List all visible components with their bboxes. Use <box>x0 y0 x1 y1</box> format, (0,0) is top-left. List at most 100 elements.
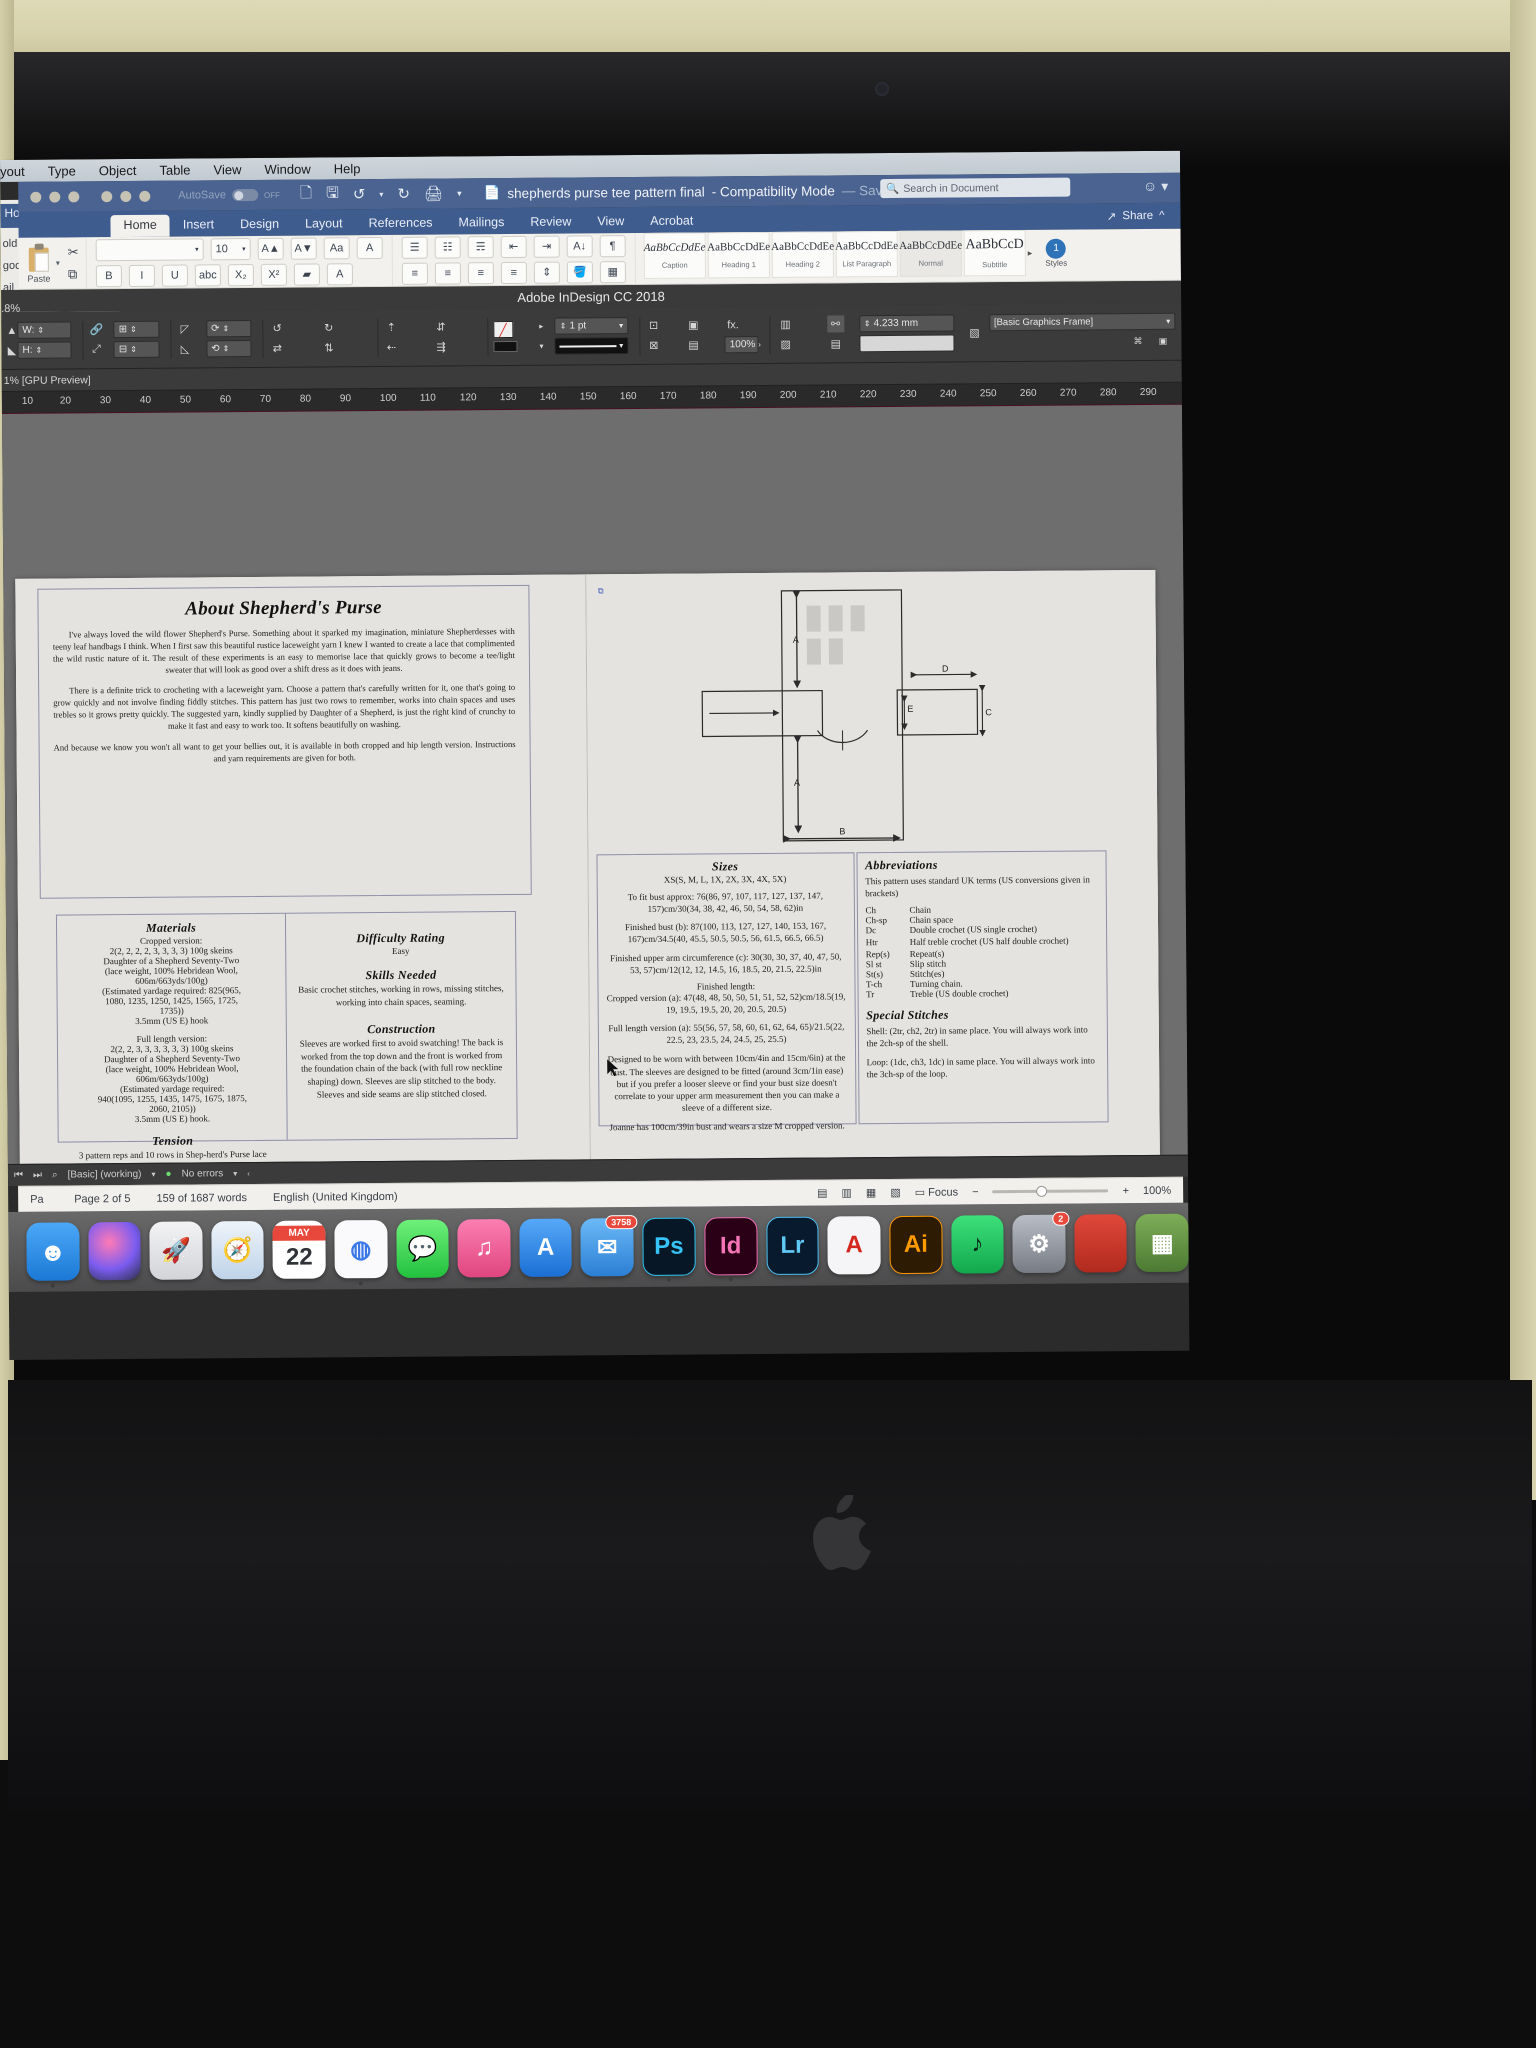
superscript-button[interactable]: X² <box>260 263 287 286</box>
corner-link-icon[interactable]: ⚯ <box>827 315 845 333</box>
tab-references[interactable]: References <box>355 213 445 236</box>
corner-color-field[interactable] <box>858 334 955 353</box>
distribute-icon[interactable]: ⇵ <box>432 318 449 335</box>
lock-proportions-icon[interactable]: 🔗 <box>88 321 105 338</box>
corner-options-toggle-icon[interactable]: ▧ <box>966 324 983 341</box>
paste-dropdown-icon[interactable]: ▾ <box>56 259 60 268</box>
indesign-canvas[interactable]: About Shepherd's Purse I've always loved… <box>1 404 1188 1164</box>
dock-icon-photoshop[interactable]: Ps <box>642 1217 696 1282</box>
quick-apply-icon[interactable]: ⌘ <box>1129 333 1146 350</box>
strikethrough-button[interactable]: abc <box>194 263 221 286</box>
dock-icon-mail[interactable]: ✉ 3758 <box>580 1215 638 1277</box>
dock-icon-acrobat[interactable]: A <box>827 1216 881 1275</box>
align-top-icon[interactable]: ⇡ <box>383 319 400 336</box>
corner-radius-field[interactable]: ⇕ 4.233 mm <box>858 314 955 333</box>
focus-mode-button[interactable]: ▭ Focus <box>915 1186 959 1199</box>
preflight-collapse-icon[interactable]: ‹ <box>247 1169 250 1178</box>
multilevel-list-button[interactable]: ☴ <box>467 235 494 258</box>
object-style-select[interactable]: [Basic Graphics Frame] ▾ <box>988 312 1176 332</box>
web-layout-view-icon[interactable]: ▥ <box>841 1186 852 1199</box>
align-left-button[interactable]: ≡ <box>401 262 428 285</box>
minimize-window-button-2[interactable] <box>120 190 132 202</box>
next-page-icon[interactable]: ⏭ <box>33 1170 42 1181</box>
styles-scroll-icon[interactable]: ▸ <box>1028 247 1033 258</box>
flip-horizontal-icon[interactable]: ⇄ <box>269 340 286 357</box>
dock-icon-illustrator[interactable]: Ai <box>889 1215 943 1275</box>
tab-mailings[interactable]: Mailings <box>445 212 517 235</box>
cut-icon[interactable]: ✂ <box>68 244 79 260</box>
search-input[interactable]: 🔍 Search in Document <box>880 177 1071 199</box>
zoom-in-button[interactable]: + <box>1123 1185 1130 1197</box>
style-subtitle[interactable]: AaBbCcD Subtitle <box>963 229 1026 277</box>
document-spread[interactable]: About Shepherd's Purse I've always loved… <box>15 569 1160 1164</box>
undo-icon[interactable]: ↺ <box>353 185 366 203</box>
content-select-icon[interactable]: ▤ <box>685 336 702 353</box>
shrink-font-button[interactable]: A▼ <box>290 237 317 260</box>
shading-button[interactable]: 🪣 <box>566 260 593 284</box>
rotate-angle-icon[interactable]: ◸ <box>176 320 193 337</box>
dock-icon-app-store[interactable]: A <box>519 1218 573 1277</box>
container-select-icon[interactable]: ▣ <box>685 316 702 333</box>
print-layout-view-icon[interactable]: ▤ <box>817 1187 828 1200</box>
schematic-diagram[interactable]: A A B C D E <box>596 578 1138 847</box>
menubar-item-0[interactable]: yout <box>0 163 25 178</box>
dock-icon-lightroom[interactable]: Lr <box>765 1216 820 1276</box>
font-name-select[interactable]: ▾ <box>95 237 204 261</box>
window-controls-secondary[interactable] <box>101 190 151 202</box>
word-count[interactable]: 159 of 1687 words <box>156 1192 247 1205</box>
stroke-weight-field[interactable]: ⇕ 1 pt ▾ <box>554 317 629 335</box>
stroke-style-dropdown-icon[interactable]: ▾ <box>533 338 550 355</box>
stroke-swatch-dropdown-icon[interactable]: ▸ <box>533 318 550 335</box>
master-dropdown-icon[interactable]: ▾ <box>151 1170 155 1179</box>
scale-icon[interactable]: ⤢ <box>88 341 105 358</box>
draft-view-icon[interactable]: ▧ <box>890 1186 901 1199</box>
autosave-toggle[interactable]: AutoSave OFF <box>178 188 280 202</box>
save-icon[interactable]: 🖫 <box>326 182 339 207</box>
style-heading-2[interactable]: AaBbCcDdEe Heading 2 <box>771 231 834 278</box>
dock-icon-spotify[interactable]: ♪ <box>950 1215 1005 1274</box>
close-window-button[interactable] <box>30 191 42 203</box>
outline-view-icon[interactable]: ▦ <box>866 1186 877 1199</box>
errors-dropdown-icon[interactable]: ▾ <box>233 1169 237 1178</box>
tab-acrobat[interactable]: Acrobat <box>637 210 706 233</box>
tab-view[interactable]: View <box>584 211 637 233</box>
copy-icon[interactable]: ⧉ <box>68 266 79 282</box>
minimize-window-button[interactable] <box>49 191 61 203</box>
shear-angle-icon[interactable]: ◺ <box>176 340 193 357</box>
menubar-item-6[interactable]: Help <box>334 161 361 176</box>
ribbon-collapse-icon[interactable]: ^ <box>1159 210 1165 222</box>
style-caption[interactable]: AaBbCcDdEe Caption <box>643 232 706 279</box>
text-highlight-button[interactable]: ▰ <box>293 262 320 286</box>
dock-icon-red-app[interactable] <box>1074 1214 1128 1273</box>
menubar-item-2[interactable]: Object <box>99 162 137 177</box>
grow-font-button[interactable]: A▲ <box>257 237 284 260</box>
page-right[interactable]: A A B C D E ⧉ Sizes XS(S, M, L, 1X, 2X, … <box>585 569 1160 1160</box>
close-window-button-2[interactable] <box>101 190 113 202</box>
bullet-list-button[interactable]: ☰ <box>401 236 428 259</box>
change-case-button[interactable]: Aa <box>323 236 350 259</box>
subscript-button[interactable]: X₂ <box>227 263 254 286</box>
preview-toggle-icon[interactable]: ▣ <box>1154 333 1171 350</box>
autosave-switch[interactable] <box>231 188 259 202</box>
align-center-button[interactable]: ≡ <box>434 261 461 285</box>
shear-field[interactable]: ⟲ ⇕ <box>206 340 252 358</box>
style-normal[interactable]: AaBbCcDdEe Normal <box>899 230 962 277</box>
font-size-select[interactable]: 10 ▾ <box>210 237 251 260</box>
dock-icon-minecraft[interactable]: ▦ <box>1135 1213 1189 1273</box>
menubar-item-1[interactable]: Type <box>48 163 76 178</box>
dock-icon-launchpad[interactable]: 🚀 <box>149 1221 203 1280</box>
show-formatting-marks-button[interactable]: ¶ <box>599 234 626 257</box>
window-controls[interactable] <box>30 190 80 203</box>
page-left[interactable]: About Shepherd's Purse I've always loved… <box>15 574 591 1164</box>
align-left-icon[interactable]: ⇠ <box>383 339 400 356</box>
text-wrap-icon[interactable]: ⊠ <box>645 337 662 354</box>
menubar-item-5[interactable]: Window <box>264 161 310 176</box>
effects-icon[interactable]: fx. <box>724 316 741 333</box>
tab-home[interactable]: Home <box>110 214 170 238</box>
frame-fitting-icon[interactable]: ⊡ <box>645 317 662 334</box>
page-indicator[interactable]: Page 2 of 5 <box>74 1193 130 1205</box>
numbered-list-button[interactable]: ☷ <box>434 235 461 259</box>
dock-icon-safari[interactable]: 🧭 <box>211 1220 265 1280</box>
justify-button[interactable]: ≡ <box>500 261 527 284</box>
styles-gallery[interactable]: AaBbCcDdEe Caption AaBbCcDdEe Heading 1 … <box>636 229 1079 279</box>
